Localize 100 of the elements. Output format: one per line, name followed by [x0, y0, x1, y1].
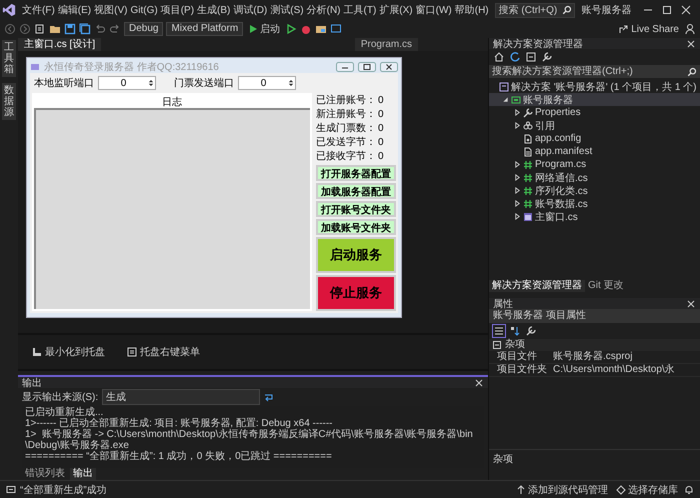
folder-icon[interactable]	[49, 23, 61, 35]
save-all-icon[interactable]	[79, 23, 91, 35]
collapse-icon[interactable]	[525, 51, 537, 63]
collapsed-arrow-icon[interactable]	[514, 122, 521, 129]
output-line: 1> 账号服务器 -> C:\Users\month\Desktop\永恒传奇服务端反编译C#代码\账号服务器\账号服务器\bin\Debug\账号服务器.exe	[25, 429, 474, 451]
window-icon[interactable]	[330, 23, 342, 35]
close-icon[interactable]	[686, 38, 696, 48]
source-control-button[interactable]: 添加到源代码管理	[514, 482, 610, 496]
project-icon	[511, 94, 521, 104]
panel-tab[interactable]: 输出	[70, 468, 96, 480]
collapsed-arrow-icon[interactable]	[514, 213, 521, 220]
configuration-dropdown[interactable]: Debug	[124, 22, 164, 36]
search-field[interactable]: 搜索 (Ctrl+Q)	[494, 2, 575, 18]
sync-icon[interactable]	[509, 51, 521, 63]
menu-item[interactable]: 编辑(E)	[56, 3, 92, 17]
property-value[interactable]: 账号服务器.csproj	[553, 351, 700, 363]
stat-label: 生成门票数：	[316, 123, 376, 135]
close-icon[interactable]	[680, 5, 691, 15]
tree-item[interactable]: 引用	[489, 119, 700, 132]
tree-item[interactable]: 主窗口.cs	[489, 210, 700, 223]
menu-item[interactable]: 项目(P)	[160, 3, 196, 17]
document-tab[interactable]: Program.cs	[354, 38, 418, 51]
side-tab[interactable]: 工具箱	[2, 40, 16, 77]
menu-item[interactable]: 扩展(X)	[378, 3, 414, 17]
spin-arrows-icon[interactable]	[288, 78, 294, 88]
search-icon	[687, 66, 697, 76]
menu-item[interactable]: Git(G)	[129, 4, 159, 16]
form-button[interactable]: 加载账号文件夹	[316, 219, 396, 235]
close-icon[interactable]	[474, 378, 484, 388]
live-share-button[interactable]: Live Share	[617, 24, 681, 34]
tree-item[interactable]: 网络通信.cs	[489, 171, 700, 184]
tree-item[interactable]: 解决方案 '账号服务器' (1 个项目，共 1 个)	[489, 80, 700, 93]
component-label[interactable]: 托盘右键菜单	[140, 345, 200, 359]
form-button[interactable]: 打开服务器配置	[316, 165, 396, 181]
form-button[interactable]: 启动服务	[316, 237, 396, 273]
document-tab[interactable]: 主窗口.cs [设计]	[18, 38, 102, 51]
maximize-icon[interactable]	[662, 5, 672, 15]
undo-icon[interactable]	[94, 23, 106, 35]
play-outline-icon[interactable]	[285, 23, 298, 35]
platform-dropdown[interactable]: Mixed Platform	[166, 22, 244, 36]
redo-icon[interactable]	[109, 23, 121, 35]
component-label[interactable]: 最小化到托盘	[45, 345, 105, 359]
wrap-icon[interactable]	[264, 392, 274, 402]
menu-item[interactable]: 帮助(H)	[454, 3, 490, 17]
new-item-icon[interactable]	[34, 23, 46, 35]
menu-item[interactable]: 工具(T)	[342, 3, 378, 17]
close-icon[interactable]	[686, 298, 696, 308]
tree-item[interactable]: app.config	[489, 132, 700, 145]
menu-item[interactable]: 窗口(W)	[414, 3, 453, 17]
sort-icon[interactable]	[509, 325, 521, 337]
tree-item[interactable]: Properties	[489, 106, 700, 119]
maximize-icon[interactable]	[358, 62, 376, 72]
wrench-icon[interactable]	[541, 51, 553, 63]
panel-tab[interactable]: 解决方案资源管理器	[489, 280, 585, 292]
tree-item[interactable]: 序列化类.cs	[489, 184, 700, 197]
person-icon[interactable]	[684, 23, 696, 35]
menu-item[interactable]: 测试(S)	[269, 3, 305, 17]
port-spinner[interactable]: 0	[98, 76, 156, 90]
menu-item[interactable]: 分析(N)	[306, 3, 342, 17]
panel-title: 输出	[22, 376, 42, 390]
expanded-arrow-icon[interactable]	[502, 96, 509, 103]
tree-item[interactable]: app.manifest	[489, 145, 700, 158]
panel-tab[interactable]: Git 更改	[585, 280, 627, 292]
collapsed-arrow-icon[interactable]	[514, 187, 521, 194]
bell-icon[interactable]	[684, 484, 694, 494]
object-dropdown[interactable]: 账号服务器 项目属性	[489, 309, 700, 323]
panel-tab[interactable]: 错误列表	[22, 468, 68, 480]
menu-item[interactable]: 调试(D)	[232, 3, 268, 17]
categorized-icon[interactable]	[493, 325, 505, 337]
close-icon[interactable]	[380, 62, 398, 72]
form-button[interactable]: 加载服务器配置	[316, 183, 396, 199]
tree-item[interactable]: 账号服务器	[489, 93, 700, 106]
menu-item[interactable]: 生成(B)	[196, 3, 232, 17]
stat-label: 已发送字节：	[316, 137, 376, 149]
form-button[interactable]: 打开账号文件夹	[316, 201, 396, 217]
share-icon	[619, 24, 630, 34]
side-tab[interactable]: 数据源	[2, 83, 16, 120]
save-icon[interactable]	[64, 23, 76, 35]
spin-arrows-icon[interactable]	[148, 78, 154, 88]
form-window[interactable]: 永恒传奇登录服务器 作者QQ:32119616 本地监听端口 0 门票发送端口 0 日志 已注册账号： 0 新注册账号： 0 生成门票数： 0 已发送字节： 0 已接收字节： 0 打开服务器配置 加载服务器配置 打开账号文件夹 加载账号文件夹 启动服务 停止服务	[26, 57, 402, 318]
port-spinner[interactable]: 0	[238, 76, 296, 90]
hash-icon	[523, 186, 533, 196]
collapsed-arrow-icon[interactable]	[514, 200, 521, 207]
collapsed-arrow-icon[interactable]	[514, 161, 521, 168]
menu-item[interactable]: 视图(V)	[93, 3, 128, 17]
wrench-icon[interactable]	[525, 325, 537, 337]
back-icon[interactable]	[4, 23, 16, 35]
repository-button[interactable]: 选择存储库	[614, 482, 680, 496]
source-dropdown[interactable]: 生成	[102, 389, 260, 405]
tree-item[interactable]: 账号数据.cs	[489, 197, 700, 210]
collapsed-arrow-icon[interactable]	[514, 109, 521, 116]
home-icon[interactable]	[493, 51, 505, 63]
start-button[interactable]: 启动	[246, 22, 282, 36]
minimize-icon[interactable]	[336, 62, 354, 72]
tree-item[interactable]: Program.cs	[489, 158, 700, 171]
menu-item[interactable]: 文件(F)	[21, 3, 56, 17]
collapse-icon[interactable]	[492, 340, 502, 350]
output-line: 已启动重新生成...	[25, 407, 104, 418]
collapsed-arrow-icon[interactable]	[514, 174, 521, 181]
form-button[interactable]: 停止服务	[316, 275, 396, 311]
